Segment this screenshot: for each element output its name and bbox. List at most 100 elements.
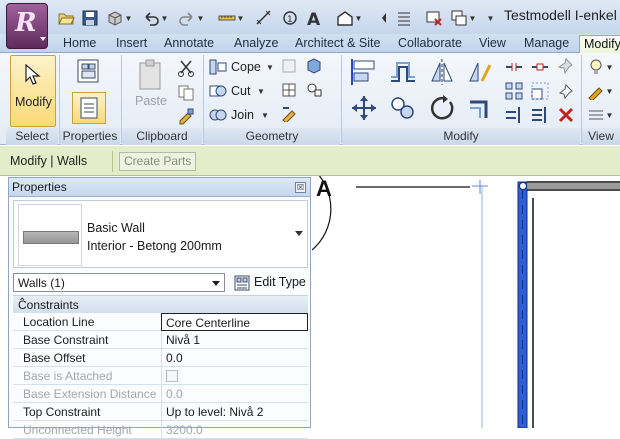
split-with-gap-icon[interactable] bbox=[530, 57, 550, 77]
unpin-icon[interactable] bbox=[556, 81, 576, 101]
match-type-icon[interactable] bbox=[175, 106, 197, 126]
property-value-field[interactable]: Up to level: Nivå 2 bbox=[161, 403, 308, 421]
select-panel-label[interactable]: Select bbox=[6, 128, 58, 145]
svg-text:A: A bbox=[307, 10, 321, 27]
properties-panel-label[interactable]: Properties bbox=[60, 128, 120, 145]
align-icon[interactable] bbox=[348, 57, 380, 87]
pin-icon[interactable] bbox=[556, 57, 576, 77]
tab-annotate[interactable]: Annotate bbox=[164, 35, 214, 53]
wall-end-grip bbox=[519, 182, 527, 190]
chevron-down-icon bbox=[40, 37, 46, 41]
property-value: Up to level: Nivå 2 bbox=[166, 405, 264, 419]
paint-icon[interactable] bbox=[305, 57, 323, 75]
save-icon[interactable] bbox=[80, 8, 100, 28]
property-row[interactable]: Location Line Core Centerline bbox=[13, 313, 308, 331]
tab-home[interactable]: Home bbox=[63, 35, 96, 53]
measure-icon[interactable]: ▼ bbox=[216, 8, 246, 28]
property-row: Base is Attached bbox=[13, 367, 308, 385]
hide-element-icon[interactable]: ▼ bbox=[586, 105, 614, 125]
property-row[interactable]: Base Constraint Nivå 1 bbox=[13, 331, 308, 349]
edit-type-button[interactable]: Edit Type bbox=[233, 273, 309, 293]
thin-lines-icon[interactable] bbox=[394, 8, 414, 28]
chevron-down-icon[interactable] bbox=[295, 231, 303, 236]
tab-view[interactable]: View bbox=[479, 35, 506, 53]
constraints-group-header[interactable]: Constraints ⌃ bbox=[13, 295, 308, 313]
view-panel-label[interactable]: View bbox=[582, 128, 620, 145]
properties-title: Properties bbox=[12, 180, 67, 194]
modify-panel-label[interactable]: Modify bbox=[342, 128, 580, 145]
chevron-down-icon[interactable] bbox=[212, 281, 220, 286]
cope-icon[interactable] bbox=[208, 58, 228, 76]
edit-type-icon bbox=[234, 275, 250, 291]
split-element-icon[interactable] bbox=[504, 57, 524, 77]
move-icon[interactable] bbox=[348, 93, 380, 123]
cope-label[interactable]: Cope bbox=[231, 60, 261, 74]
property-value-field[interactable]: 0.0 bbox=[161, 349, 308, 367]
tab-modify[interactable]: Modify bbox=[579, 35, 620, 53]
application-menu-button[interactable]: R bbox=[6, 3, 48, 49]
copy-element-icon[interactable] bbox=[387, 93, 419, 123]
tab-architect-site[interactable]: Architect & Site bbox=[295, 35, 380, 53]
property-value-field[interactable]: Core Centerline bbox=[161, 313, 308, 331]
chevron-down-icon[interactable]: ▼ bbox=[257, 87, 265, 96]
modify-label: Modify bbox=[15, 95, 52, 109]
text-icon[interactable]: A bbox=[304, 8, 324, 28]
switch-windows-icon[interactable]: ▼ bbox=[448, 8, 478, 28]
cut-to-clipboard-icon[interactable] bbox=[175, 58, 197, 78]
properties-button[interactable] bbox=[72, 92, 106, 124]
trim-extend-single-icon[interactable] bbox=[504, 105, 524, 125]
wall-joins-icon[interactable] bbox=[280, 81, 298, 99]
rotate-icon[interactable] bbox=[426, 93, 458, 123]
chevron-down-icon[interactable]: ▼ bbox=[266, 63, 274, 72]
delete-icon[interactable] bbox=[556, 105, 576, 125]
copy-icon[interactable] bbox=[175, 83, 197, 103]
offset-icon[interactable] bbox=[387, 57, 419, 87]
geometry-panel-label[interactable]: Geometry bbox=[204, 128, 340, 145]
section-icon[interactable] bbox=[370, 8, 390, 28]
override-graphics-icon[interactable]: ▼ bbox=[586, 57, 614, 77]
property-row[interactable]: Base Offset 0.0 bbox=[13, 349, 308, 367]
array-icon[interactable] bbox=[504, 81, 524, 101]
tab-analyze[interactable]: Analyze bbox=[234, 35, 278, 53]
mirror-pick-axis-icon[interactable] bbox=[426, 57, 458, 87]
snap-marker bbox=[472, 180, 488, 194]
split-face-icon[interactable] bbox=[280, 57, 298, 75]
demolish-icon[interactable] bbox=[304, 81, 326, 99]
property-value-field[interactable]: Nivå 1 bbox=[161, 331, 308, 349]
trim-extend-multiple-icon[interactable] bbox=[530, 105, 550, 125]
default-3d-view-icon[interactable]: ▼ bbox=[334, 8, 364, 28]
chevron-down-icon[interactable]: ▼ bbox=[261, 111, 269, 120]
cut-geometry-icon[interactable] bbox=[208, 82, 228, 100]
paste-icon[interactable] bbox=[130, 57, 170, 93]
type-selector[interactable]: Basic Wall Interior - Betong 200mm bbox=[13, 200, 308, 268]
tab-collaborate[interactable]: Collaborate bbox=[398, 35, 462, 53]
synchronize-icon[interactable]: ▼ bbox=[104, 8, 134, 28]
mirror-draw-axis-icon[interactable] bbox=[464, 57, 496, 87]
open-icon[interactable] bbox=[56, 8, 76, 28]
modify-button[interactable]: Modify bbox=[10, 55, 56, 127]
remove-paint-icon[interactable] bbox=[280, 105, 298, 123]
drawing-canvas[interactable]: A bbox=[312, 176, 620, 428]
join-icon[interactable] bbox=[208, 106, 228, 124]
create-parts-button[interactable]: Create Parts bbox=[119, 152, 197, 171]
collapse-icon[interactable]: ⌃ bbox=[18, 297, 302, 308]
property-row[interactable]: Top Constraint Up to level: Nivå 2 bbox=[13, 403, 308, 421]
customize-qat-icon[interactable]: ▼ bbox=[484, 8, 496, 28]
close-icon[interactable]: ☒ bbox=[295, 182, 306, 193]
cut-label[interactable]: Cut bbox=[231, 84, 250, 98]
tag-icon[interactable]: 1 bbox=[280, 8, 300, 28]
scale-icon[interactable] bbox=[530, 81, 550, 101]
aligned-dimension-icon[interactable] bbox=[254, 8, 274, 28]
trim-extend-corner-icon[interactable] bbox=[464, 93, 496, 123]
property-key: Base Extension Distance bbox=[23, 387, 157, 401]
instance-filter-dropdown[interactable]: Walls (1) bbox=[13, 273, 225, 292]
undo-icon[interactable]: ▼ bbox=[140, 8, 170, 28]
linework-icon[interactable]: ▼ bbox=[586, 81, 614, 101]
close-hidden-windows-icon[interactable] bbox=[424, 8, 444, 28]
redo-icon[interactable]: ▼ bbox=[176, 8, 206, 28]
tab-insert[interactable]: Insert bbox=[116, 35, 147, 53]
join-label[interactable]: Join bbox=[231, 108, 254, 122]
clipboard-panel-label[interactable]: Clipboard bbox=[122, 128, 202, 145]
type-properties-icon[interactable] bbox=[70, 56, 108, 86]
tab-manage[interactable]: Manage bbox=[524, 35, 569, 53]
